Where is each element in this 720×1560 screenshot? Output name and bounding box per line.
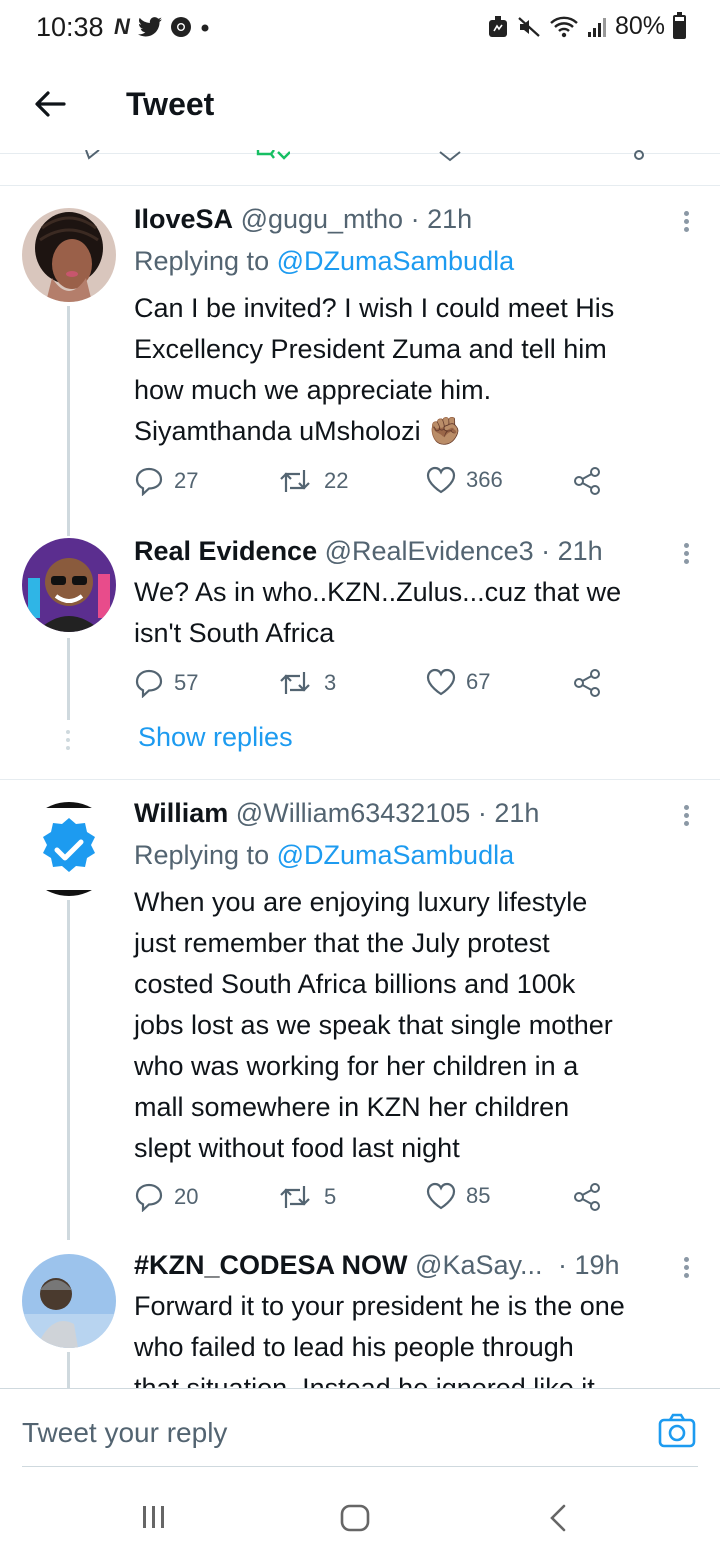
tweet-actions: 20 5 85 (134, 1182, 634, 1216)
share-icon[interactable] (632, 150, 646, 162)
more-options-icon[interactable] (676, 1254, 696, 1284)
display-name[interactable]: IloveSA (134, 204, 233, 234)
battery-percent: 80% (614, 12, 665, 40)
retweet-icon (280, 672, 310, 694)
status-time: 10:38 (36, 12, 104, 42)
avatar[interactable] (22, 1254, 116, 1348)
replying-to: Replying to @DZumaSambudla (134, 840, 515, 870)
camera-icon[interactable] (658, 1413, 696, 1449)
like-button[interactable]: 67 (426, 668, 490, 696)
system-nav-bar (0, 1468, 720, 1560)
thread-line (67, 638, 70, 720)
status-bar: 10:38 N 80% (0, 0, 720, 56)
dot-icon (201, 24, 209, 32)
retweet-button[interactable]: 22 (278, 466, 348, 496)
reply-icon[interactable] (84, 150, 102, 162)
thread-line (67, 900, 70, 1240)
show-replies-link[interactable]: Show replies (138, 722, 293, 753)
n-app-icon: N (114, 14, 130, 39)
reply-to-link[interactable]: @DZumaSambudla (277, 246, 515, 276)
reply-input[interactable]: Tweet your reply (22, 1417, 227, 1449)
like-icon[interactable] (438, 150, 462, 162)
reply-button[interactable]: 20 (134, 1182, 198, 1212)
more-options-icon[interactable] (676, 802, 696, 832)
thread-line (67, 306, 70, 536)
share-button[interactable] (572, 466, 602, 496)
mute-icon (518, 16, 540, 37)
tweet-time: · 19h (558, 1250, 620, 1280)
avatar[interactable] (22, 208, 116, 302)
handle-time: @gugu_mtho · 21h (240, 204, 473, 234)
reply-icon (135, 467, 163, 496)
display-name[interactable]: Real Evidence (134, 536, 317, 566)
thread-line (67, 1352, 70, 1388)
avatar[interactable] (22, 538, 116, 632)
share-icon (574, 1183, 600, 1211)
avatar[interactable] (22, 802, 116, 896)
home-icon[interactable] (340, 1504, 370, 1532)
thread-continuation-dots (65, 726, 71, 754)
heart-icon (426, 668, 456, 696)
notification-icons: N (114, 14, 210, 40)
share-icon (574, 467, 600, 495)
tweet-item[interactable]: #KZN_CODESA NOW @KaSay... · 19h Forward … (0, 1240, 720, 1388)
tweet-meta: IloveSA @gugu_mtho · 21h (134, 204, 472, 235)
share-button[interactable] (572, 1182, 602, 1212)
chrome-icon (170, 17, 191, 37)
previous-tweet-actions (0, 150, 720, 186)
handle-time: @William63432105 · 21h (235, 798, 540, 828)
back-icon[interactable] (548, 1504, 568, 1532)
like-button[interactable]: 366 (426, 466, 503, 494)
tweet-item[interactable]: William @William63432105 · 21h Replying … (0, 780, 720, 1240)
tweet-body: When you are enjoying luxury lifestyle j… (134, 887, 613, 1163)
share-icon (574, 669, 600, 697)
tweet-body: Can I be invited? I wish I could meet Hi… (134, 293, 615, 446)
heart-icon (426, 466, 456, 494)
like-button[interactable]: 85 (426, 1182, 490, 1210)
retweet-icon[interactable] (256, 150, 290, 162)
tweet-item[interactable]: IloveSA @gugu_mtho · 21h Replying to @DZ… (0, 186, 720, 536)
tweet-actions: 57 3 67 (134, 668, 634, 702)
display-name[interactable]: William (134, 798, 228, 828)
wifi-icon (550, 16, 578, 37)
tweet-meta: William @William63432105 · 21h (134, 798, 539, 829)
more-options-icon[interactable] (676, 540, 696, 570)
tweet-body: We? As in who..KZN..Zulus...cuz that we … (134, 577, 622, 648)
tweet-item[interactable]: Real Evidence @RealEvidence3 · 21h We? A… (0, 536, 720, 780)
reply-button[interactable]: 57 (134, 668, 198, 698)
reply-button[interactable]: 27 (134, 466, 198, 496)
tweet-meta: #KZN_CODESA NOW @KaSay... · 19h (134, 1250, 620, 1281)
retweet-button[interactable]: 5 (278, 1182, 336, 1212)
page-title: Tweet (126, 86, 215, 122)
reply-icon (135, 669, 163, 698)
reply-to-link[interactable]: @DZumaSambudla (277, 840, 515, 870)
tweet-actions: 27 22 366 (134, 466, 634, 500)
app-header: Tweet (0, 56, 720, 154)
reply-composer[interactable]: Tweet your reply (0, 1388, 720, 1468)
signal-icon (587, 17, 606, 37)
more-options-icon[interactable] (676, 208, 696, 238)
retweet-icon (280, 470, 310, 492)
replying-to: Replying to @DZumaSambudla (134, 246, 515, 276)
heart-icon (426, 1182, 456, 1210)
share-button[interactable] (572, 668, 602, 698)
retweet-button[interactable]: 3 (278, 668, 336, 698)
status-right: 80% (487, 11, 686, 41)
battery-icon (673, 11, 686, 39)
twitter-icon (137, 17, 162, 37)
tweet-meta: Real Evidence @RealEvidence3 · 21h (134, 536, 603, 567)
alarm-icon (488, 15, 507, 37)
retweet-icon (280, 1186, 310, 1208)
tweet-body: Forward it to your president he is the o… (134, 1291, 625, 1388)
recent-apps-icon[interactable] (140, 1504, 168, 1530)
back-arrow-icon[interactable] (30, 84, 70, 124)
handle-time: @RealEvidence3 · 21h (324, 536, 603, 566)
display-name[interactable]: #KZN_CODESA NOW (134, 1250, 408, 1280)
reply-underline (22, 1466, 698, 1467)
handle: @KaSay... (415, 1250, 543, 1280)
reply-icon (135, 1183, 163, 1212)
